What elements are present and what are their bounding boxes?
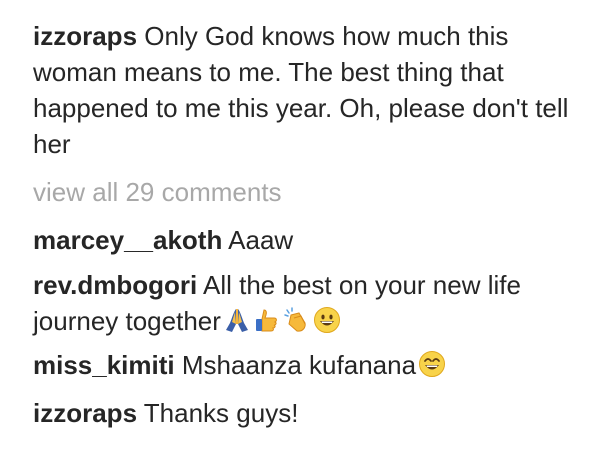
comment-item: izzoraps Thanks guys!	[33, 395, 593, 431]
comment-username[interactable]: izzoraps	[33, 398, 137, 428]
comment-username[interactable]: marcey__akoth	[33, 225, 222, 255]
comment-username[interactable]: rev.dmbogori	[33, 270, 197, 300]
comment-text: Thanks guys!	[143, 398, 299, 428]
view-all-comments-link[interactable]: view all 29 comments	[33, 175, 592, 209]
post-caption: izzoraps Only God knows how much this wo…	[33, 18, 593, 162]
comment-text: Mshaanza kufanana	[181, 350, 417, 380]
comment-text: Aaaw	[228, 225, 294, 255]
caption-username[interactable]: izzoraps	[33, 21, 137, 51]
thumbs-up-icon	[253, 306, 281, 334]
grinning-face-icon	[313, 306, 341, 334]
comment-item: marcey__akoth Aaaw	[33, 222, 593, 258]
comment-item: rev.dmbogori All the best on your new li…	[33, 267, 593, 339]
comment-item: miss_kimiti Mshaanza kufanana	[33, 347, 593, 383]
comment-username[interactable]: miss_kimiti	[33, 350, 175, 380]
grinning-face-smiling-eyes-icon	[418, 350, 446, 378]
folded-hands-icon	[223, 306, 251, 334]
clapping-hands-icon	[283, 306, 311, 334]
comments-section: izzoraps Only God knows how much this wo…	[0, 0, 616, 471]
